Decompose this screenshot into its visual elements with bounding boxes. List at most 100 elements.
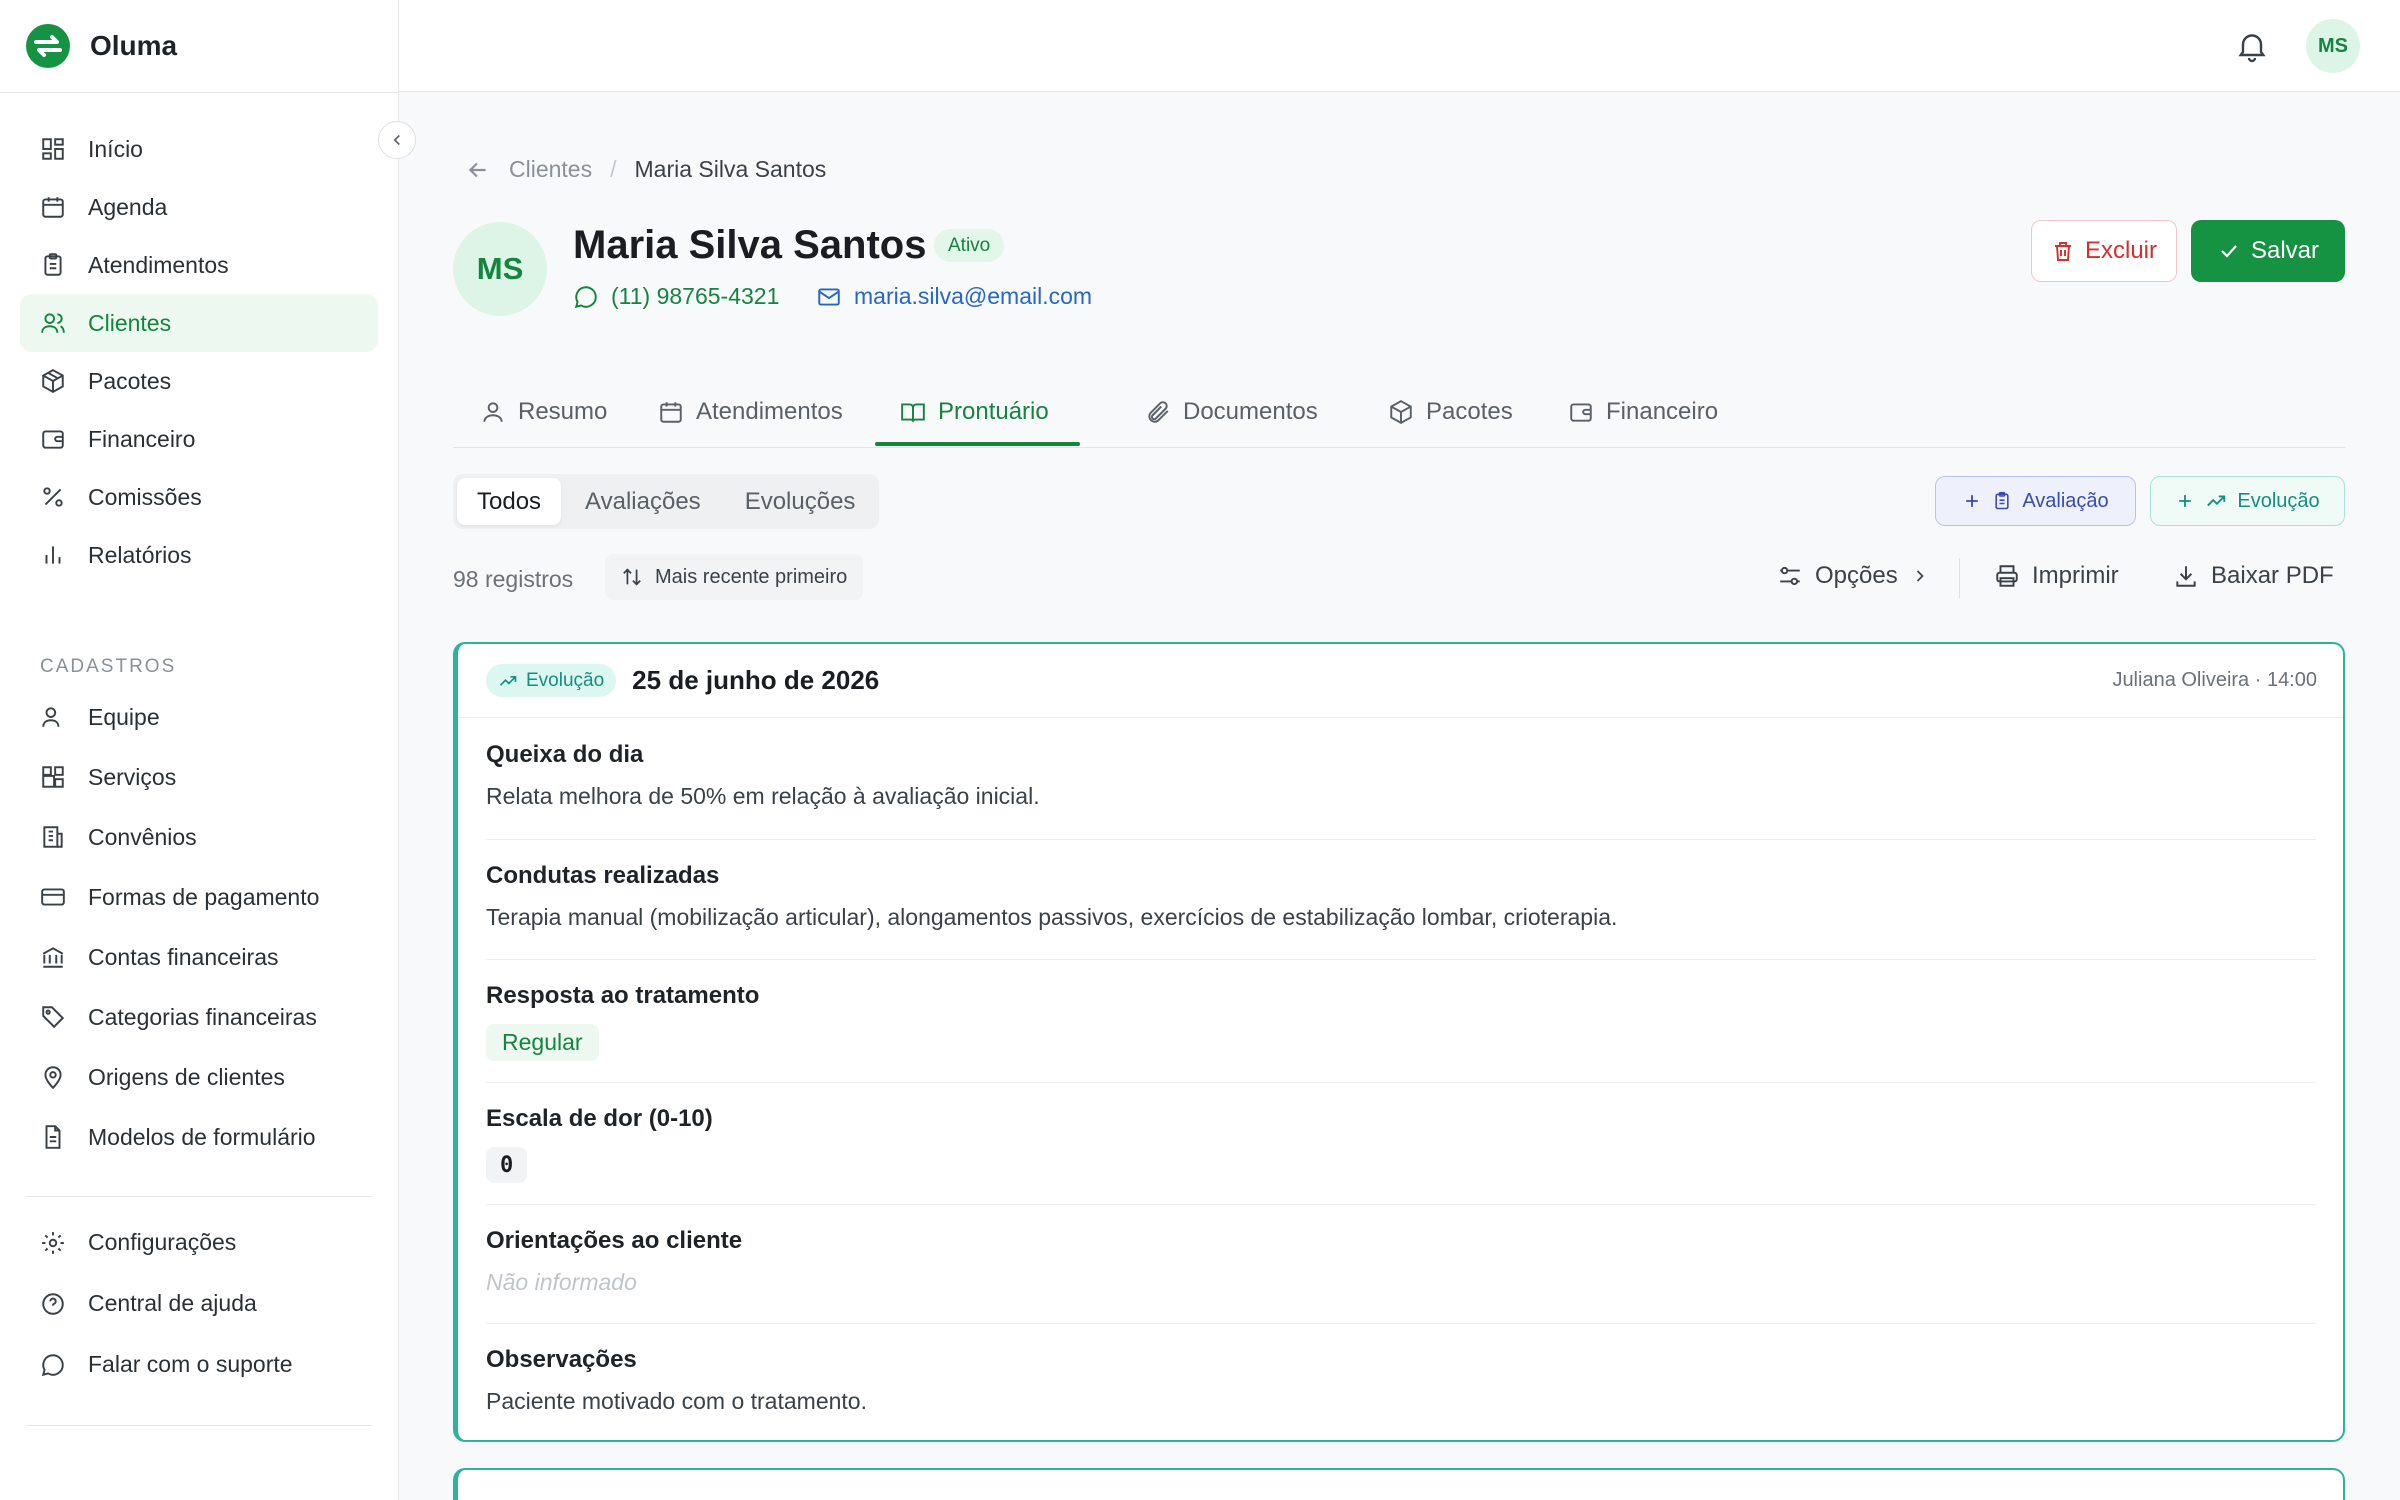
sidebar-item-agenda[interactable]: Agenda: [20, 178, 378, 236]
plus-icon: [1966, 495, 1979, 507]
field-label: Escala de dor (0-10): [486, 1105, 713, 1132]
sidebar-item-convenios[interactable]: Convênios: [20, 807, 378, 867]
filter-avaliacoes[interactable]: Avaliações: [565, 478, 721, 525]
save-button-label: Salvar: [2250, 237, 2320, 264]
pain-score: 0: [486, 1147, 528, 1183]
sidebar-item-pacotes[interactable]: Pacotes: [20, 352, 378, 410]
chevron-left-icon: [393, 134, 400, 146]
bell-icon[interactable]: [2234, 28, 2270, 64]
sidebar-item-comissoes[interactable]: Comissões: [20, 468, 378, 526]
wallet-icon: [42, 430, 64, 449]
tab-financeiro[interactable]: Financeiro: [1568, 375, 1718, 448]
sidebar-item-suporte[interactable]: Falar com o suporte: [20, 1334, 378, 1395]
divider: [486, 839, 2316, 840]
package-icon: [42, 369, 64, 393]
divider: [0, 92, 399, 93]
add-avaliacao-label: Avaliação: [2022, 489, 2109, 512]
record-author-time: Juliana Oliveira · 14:00: [2112, 669, 2317, 691]
credit-card-icon: [41, 888, 65, 906]
filter-todos[interactable]: Todos: [457, 478, 562, 525]
sidebar-item-contas-financeiras[interactable]: Contas financeiras: [20, 927, 378, 987]
client-name: Maria Silva Santos: [573, 223, 927, 267]
tab-pacotes[interactable]: Pacotes: [1388, 375, 1513, 448]
sidebar: Oluma Início Agenda Atendimentos Cliente…: [0, 0, 399, 1500]
blocks-icon: [42, 766, 64, 788]
download-pdf-button[interactable]: Baixar PDF: [2173, 562, 2334, 590]
book-open-icon: [901, 402, 925, 422]
sidebar-item-servicos[interactable]: Serviços: [20, 747, 378, 807]
sidebar-item-origens-clientes[interactable]: Origens de clientes: [20, 1047, 378, 1107]
user-avatar[interactable]: MS: [2306, 19, 2360, 73]
mail-icon: [818, 287, 840, 306]
field-label: Condutas realizadas: [486, 862, 720, 889]
tab-prontuario[interactable]: Prontuário: [900, 375, 1049, 448]
trending-up-icon: [2207, 495, 2226, 507]
check-icon: [2221, 245, 2237, 258]
calendar-icon: [42, 197, 64, 218]
save-button[interactable]: Salvar: [2191, 220, 2345, 282]
sidebar-item-label: Origens de clientes: [88, 1063, 285, 1090]
trash-icon: [2054, 242, 2071, 261]
client-phone-link[interactable]: (11) 98765-4321: [573, 283, 779, 310]
sidebar-item-label: Contas financeiras: [88, 943, 279, 970]
users-icon: [41, 313, 65, 333]
divider: [26, 1196, 372, 1197]
sidebar-item-label: Modelos de formulário: [88, 1123, 316, 1150]
bank-icon: [42, 947, 64, 968]
tab-documentos[interactable]: Documentos: [1145, 375, 1318, 448]
sidebar-item-inicio[interactable]: Início: [20, 120, 378, 178]
sidebar-item-relatorios[interactable]: Relatórios: [20, 526, 378, 584]
breadcrumb-current: Maria Silva Santos: [634, 156, 827, 182]
record-card: Evolução 25 de junho de 2026 Juliana Oli…: [453, 642, 2345, 1442]
filter-evolucoes[interactable]: Evoluções: [725, 478, 876, 525]
sidebar-item-central-ajuda[interactable]: Central de ajuda: [20, 1273, 378, 1334]
sidebar-item-atendimentos[interactable]: Atendimentos: [20, 236, 378, 294]
file-text-icon: [45, 1125, 61, 1149]
record-count: 98 registros: [453, 566, 574, 592]
sidebar-item-label: Equipe: [88, 703, 160, 730]
tab-atendimentos[interactable]: Atendimentos: [658, 375, 843, 448]
delete-button[interactable]: Excluir: [2031, 220, 2177, 282]
main-content: Clientes / Maria Silva Santos MS Maria S…: [399, 92, 2400, 1500]
sidebar-item-categorias-financeiras[interactable]: Categorias financeiras: [20, 987, 378, 1047]
sidebar-item-label: Agenda: [88, 193, 168, 220]
status-badge: Ativo: [934, 229, 1005, 262]
sidebar-item-configuracoes[interactable]: Configurações: [20, 1212, 378, 1273]
field-label: Queixa do dia: [486, 741, 644, 768]
sidebar-item-label: Comissões: [88, 483, 202, 510]
record-header: Evolução 25 de junho de 2026 Juliana Oli…: [458, 644, 2343, 718]
arrow-left-icon[interactable]: [465, 157, 491, 183]
sort-button[interactable]: Mais recente primeiro: [605, 554, 864, 600]
collapse-sidebar-button[interactable]: [378, 121, 416, 159]
field-orientacoes: Orientações ao cliente Não informado: [486, 1227, 2316, 1296]
print-button[interactable]: Imprimir: [1994, 562, 2119, 590]
add-evolucao-label: Evolução: [2237, 489, 2320, 512]
sidebar-item-formas-pagamento[interactable]: Formas de pagamento: [20, 867, 378, 927]
add-evolucao-button[interactable]: Evolução: [2150, 476, 2345, 526]
divider: [486, 959, 2316, 960]
client-email-link[interactable]: maria.silva@email.com: [816, 283, 1092, 310]
breadcrumb-clientes-link[interactable]: Clientes: [509, 156, 592, 183]
help-circle-icon: [42, 1292, 64, 1315]
sort-icon: [623, 568, 641, 586]
sort-label: Mais recente primeiro: [655, 565, 848, 588]
sidebar-item-financeiro[interactable]: Financeiro: [20, 410, 378, 468]
printer-icon: [1996, 565, 2018, 587]
options-button[interactable]: Opções: [1777, 562, 1930, 590]
oluma-logo-icon: [26, 24, 70, 68]
add-avaliacao-button[interactable]: Avaliação: [1935, 476, 2136, 526]
divider: [486, 1082, 2316, 1083]
record-date: 25 de junho de 2026: [632, 665, 880, 695]
sidebar-main-nav: Início Agenda Atendimentos Clientes Paco…: [20, 120, 378, 584]
tab-resumo[interactable]: Resumo: [480, 375, 607, 448]
sidebar-item-equipe[interactable]: Equipe: [20, 687, 378, 747]
sidebar-item-label: Convênios: [88, 823, 197, 850]
tab-label: Financeiro: [1606, 397, 1719, 425]
percent-icon: [43, 487, 63, 507]
app-logo[interactable]: Oluma: [26, 23, 177, 69]
record-type-filter: Todos Avaliações Evoluções: [453, 474, 880, 529]
sidebar-item-modelos-formulario[interactable]: Modelos de formulário: [20, 1107, 378, 1167]
sidebar-item-clientes[interactable]: Clientes: [20, 294, 378, 352]
active-tab-indicator: [875, 442, 1080, 446]
tab-label: Resumo: [518, 397, 608, 425]
